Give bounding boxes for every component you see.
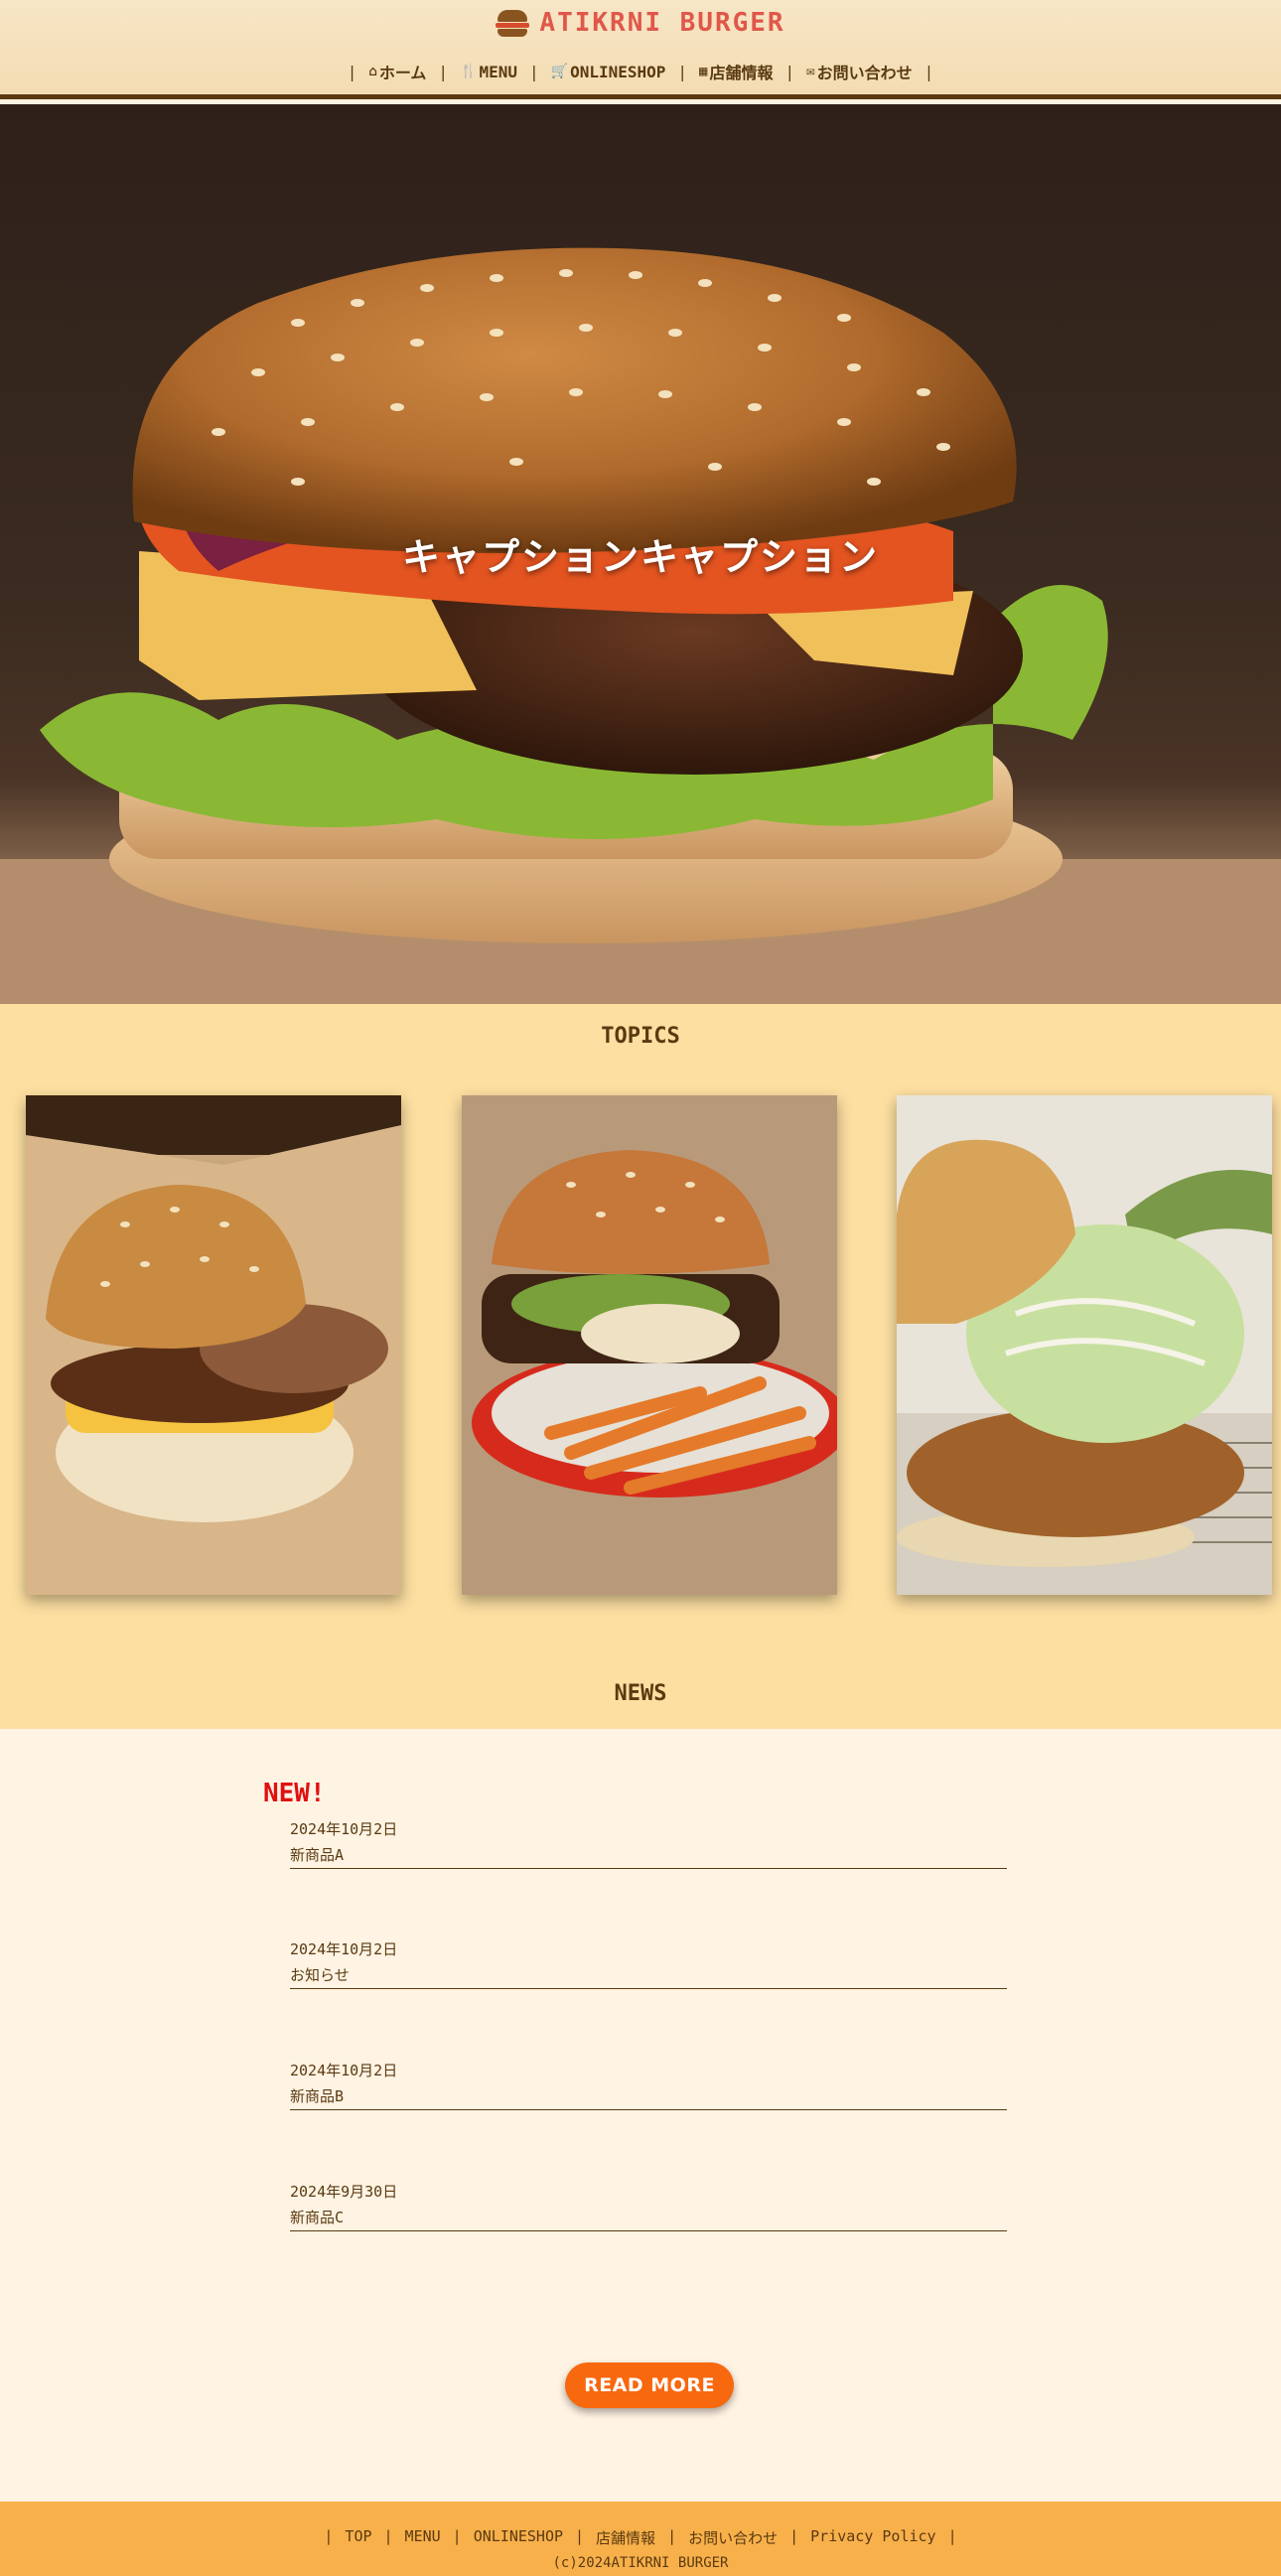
- news-date: 2024年10月2日: [290, 1820, 398, 1838]
- news-item[interactable]: 2024年9月30日 新商品C: [290, 2179, 1007, 2231]
- basket-icon: 🛒: [550, 64, 569, 79]
- topics-title: TOPICS: [601, 1024, 680, 1049]
- footer-link-contact[interactable]: お問い合わせ: [688, 2527, 778, 2548]
- news-title: NEWS: [614, 1681, 667, 1706]
- logo[interactable]: ATIKRNI BURGER: [0, 8, 1281, 38]
- nav-item-menu[interactable]: 🍴 MENU: [460, 63, 517, 81]
- footer-link-top[interactable]: TOP: [345, 2527, 371, 2548]
- nav-item-contact[interactable]: ✉ お問い合わせ: [806, 60, 912, 83]
- logo-text: ATIKRNI BURGER: [539, 8, 785, 38]
- nav-label: 店舗情報: [709, 64, 774, 82]
- burger-logo-icon: [496, 8, 530, 38]
- news-date: 2024年9月30日: [290, 2183, 398, 2201]
- nav-label: お問い合わせ: [816, 64, 913, 82]
- nav-item-onlineshop[interactable]: 🛒 ONLINESHOP: [551, 63, 666, 81]
- building-icon: ▦: [699, 64, 708, 79]
- hero-caption: キャプションキャプション: [401, 535, 879, 579]
- footer-link-privacy[interactable]: Privacy Policy: [810, 2527, 935, 2548]
- main-nav: | ⌂ ホーム | 🍴 MENU | 🛒 ONLINESHOP | ▦ 店舗情報…: [0, 60, 1281, 83]
- nav-item-store-info[interactable]: ▦ 店舗情報: [699, 60, 773, 83]
- hero-image: キャプションキャプション: [0, 104, 1281, 1004]
- copyright: (c)2024ATIKRNI BURGER: [552, 2555, 729, 2571]
- news-title[interactable]: 新商品B: [290, 2083, 1007, 2109]
- news-title[interactable]: 新商品C: [290, 2205, 1007, 2230]
- home-icon: ⌂: [368, 64, 377, 79]
- footer-link-menu[interactable]: MENU: [405, 2527, 441, 2548]
- fork-knife-icon: 🍴: [460, 64, 478, 79]
- news-date: 2024年10月2日: [290, 2062, 398, 2079]
- news-item[interactable]: 2024年10月2日 新商品B: [290, 2058, 1007, 2110]
- news-section: NEW! 2024年10月2日 新商品A 2024年10月2日 お知らせ 202…: [0, 1729, 1281, 2502]
- news-title[interactable]: お知らせ: [290, 1962, 1007, 1988]
- nav-label: ホーム: [378, 64, 427, 82]
- news-title[interactable]: 新商品A: [290, 1842, 1007, 1868]
- topic-card-3[interactable]: [897, 1095, 1272, 1595]
- topic-card-1[interactable]: [26, 1095, 401, 1595]
- footer-nav: | TOP | MENU | ONLINESHOP | 店舗情報 | お問い合わ…: [324, 2527, 957, 2548]
- envelope-icon: ✉: [806, 64, 815, 79]
- news-date: 2024年10月2日: [290, 1940, 398, 1958]
- topic-card-2[interactable]: [462, 1095, 837, 1595]
- nav-label: ONLINESHOP: [570, 62, 666, 81]
- topics-section: TOPICS NEWS: [0, 1004, 1281, 1729]
- news-item[interactable]: 2024年10月2日 新商品A: [290, 1816, 1007, 1869]
- nav-item-home[interactable]: ⌂ ホーム: [368, 60, 426, 83]
- footer-link-onlineshop[interactable]: ONLINESHOP: [474, 2527, 563, 2548]
- new-badge: NEW!: [263, 1779, 326, 1808]
- site-footer: | TOP | MENU | ONLINESHOP | 店舗情報 | お問い合わ…: [0, 2502, 1281, 2576]
- nav-label: MENU: [479, 62, 517, 81]
- site-header: ATIKRNI BURGER | ⌂ ホーム | 🍴 MENU | 🛒 ONLI…: [0, 0, 1281, 99]
- footer-link-store-info[interactable]: 店舗情報: [596, 2527, 655, 2548]
- news-item[interactable]: 2024年10月2日 お知らせ: [290, 1936, 1007, 1989]
- read-more-button[interactable]: READ MORE: [565, 2362, 734, 2408]
